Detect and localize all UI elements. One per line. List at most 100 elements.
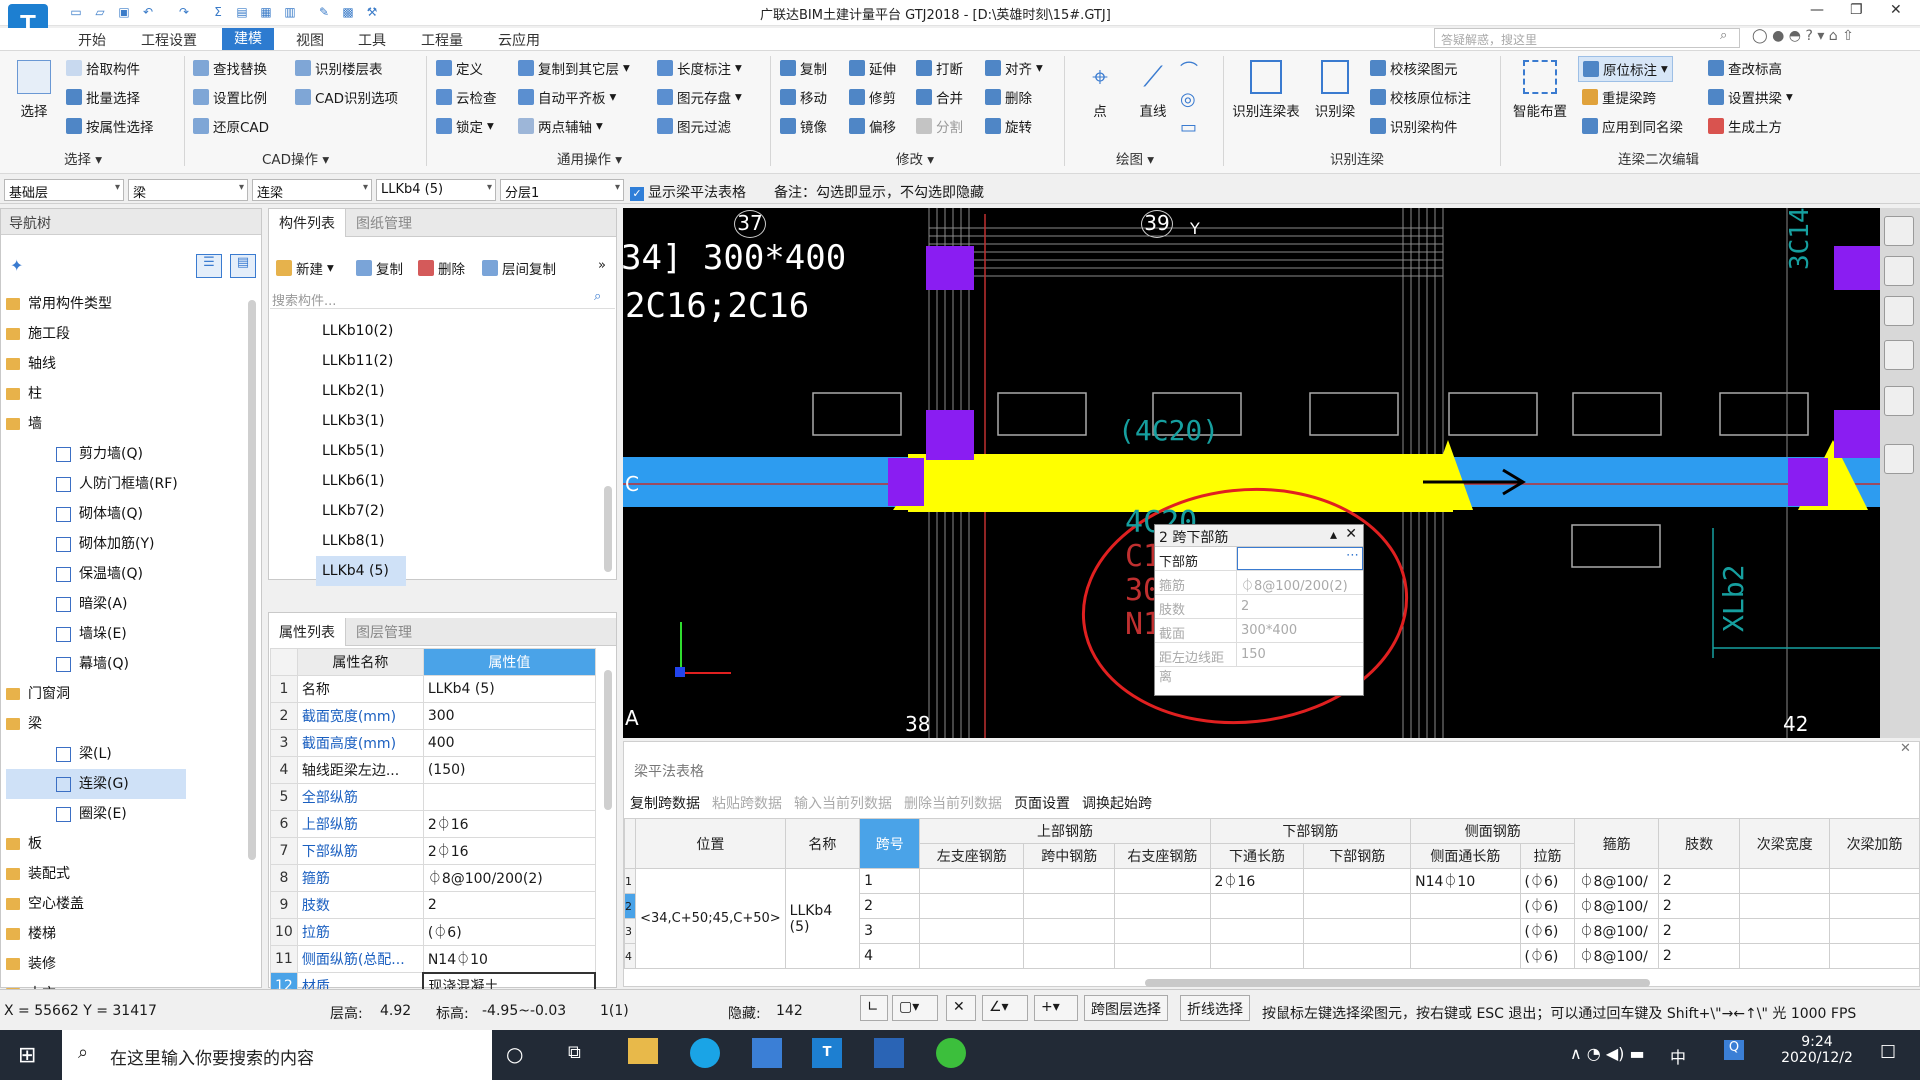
wechat-icon[interactable]: [936, 1038, 966, 1068]
property-value[interactable]: [422, 783, 596, 811]
cell-legs[interactable]: 2: [1657, 868, 1741, 894]
pen-icon[interactable]: ✎: [316, 4, 332, 20]
component-list-item[interactable]: LLKb8(1): [316, 526, 516, 556]
polyline-select-button[interactable]: 折线选择: [1180, 995, 1250, 1021]
delete-component-button[interactable]: 删除: [418, 258, 465, 278]
beam-table-tool[interactable]: 输入当前列数据: [794, 796, 892, 812]
set-scale-button[interactable]: 设置比例: [193, 87, 267, 107]
line-tool[interactable]: ⟋ 直线: [1128, 60, 1178, 120]
property-value[interactable]: 2⏀16: [422, 810, 596, 838]
cell-span-number[interactable]: 2: [859, 893, 921, 919]
cell-side-continuous[interactable]: [1410, 918, 1521, 944]
floor-select[interactable]: 基础层: [4, 179, 124, 201]
cell-right-support[interactable]: [1114, 868, 1211, 894]
save-icon[interactable]: ▣: [116, 4, 132, 20]
subtype-select[interactable]: 连梁: [252, 179, 372, 201]
component-list-item[interactable]: LLKb3(1): [316, 406, 516, 436]
component-search-icon[interactable]: ⌕: [594, 289, 601, 304]
edge-icon[interactable]: [690, 1038, 720, 1068]
layout-icon[interactable]: ▩: [340, 4, 356, 20]
beam-table-row[interactable]: 1 <34,C+50;45,C+50> LLKb4 (5) 1 2⏀16 N14⏀10 (⏀…: [624, 868, 1920, 969]
popup-row-value[interactable]: ⏀8@100/200(2): [1237, 571, 1363, 594]
cell-bottom-continuous[interactable]: [1209, 918, 1305, 944]
cell-secondary-width[interactable]: [1739, 918, 1831, 944]
save-element-button[interactable]: 图元存盘 ▾: [657, 87, 742, 107]
check-beam-button[interactable]: 校核梁图元: [1370, 58, 1458, 78]
box-view-icon[interactable]: [1884, 340, 1914, 370]
nav-item[interactable]: 常用构件类型: [6, 289, 246, 319]
property-row[interactable]: 4 轴线距梁左边... (150): [270, 756, 596, 784]
nav-item[interactable]: 门窗洞: [6, 679, 246, 709]
menu-tools[interactable]: 工具: [358, 30, 386, 50]
notification-icon[interactable]: ☐: [1880, 1042, 1896, 1063]
length-dimension-button[interactable]: 长度标注 ▾: [657, 58, 742, 78]
popup-row-value[interactable]: 150: [1237, 643, 1363, 666]
move-button[interactable]: 移动: [780, 87, 827, 107]
popup-close-icon[interactable]: ✕: [1345, 526, 1357, 542]
nav-item[interactable]: 板: [6, 829, 246, 859]
cell-left-support[interactable]: [919, 918, 1025, 944]
in-place-annotation-button[interactable]: 原位标注 ▾: [1578, 56, 1673, 82]
cad-taskbar-icon[interactable]: [874, 1038, 904, 1068]
property-row[interactable]: 10 拉筋 (⏀6): [270, 918, 596, 946]
component-list-item[interactable]: LLKb5(1): [316, 436, 516, 466]
redo-icon[interactable]: ↷: [176, 4, 192, 20]
menu-cloud[interactable]: 云应用: [498, 30, 540, 50]
cell-bottom-continuous[interactable]: [1209, 893, 1305, 919]
copy-button[interactable]: 复制: [780, 58, 827, 78]
component-list-item[interactable]: LLKb6(1): [316, 466, 516, 496]
cell-left-support[interactable]: [919, 893, 1025, 919]
cell-mid-span[interactable]: [1023, 868, 1116, 894]
cell-bottom-bars[interactable]: [1303, 943, 1412, 969]
task-view-icon[interactable]: ⧉: [568, 1042, 581, 1063]
nav-item[interactable]: 圈梁(E): [6, 799, 246, 829]
menu-modeling[interactable]: 建模: [222, 28, 274, 50]
beam-table-tool[interactable]: 复制跨数据: [630, 796, 700, 812]
auto-align-slab-button[interactable]: 自动平齐板 ▾: [518, 87, 616, 107]
snap-icon[interactable]: ▢▾: [892, 995, 938, 1021]
cell-stirrup[interactable]: ⏀8@100/: [1574, 868, 1659, 894]
beam-table-tool[interactable]: 删除当前列数据: [904, 796, 1002, 812]
cell-bottom-continuous[interactable]: [1209, 943, 1305, 969]
beam-table-close-icon[interactable]: ✕: [1900, 741, 1911, 756]
nav-item[interactable]: 梁: [6, 709, 246, 739]
beam-table-tool[interactable]: 页面设置: [1014, 796, 1070, 812]
cell-secondary-rebar[interactable]: [1829, 868, 1920, 894]
cell-stirrup[interactable]: ⏀8@100/: [1574, 918, 1659, 944]
property-row[interactable]: 11 侧面纵筋(总配... N14⏀10: [270, 945, 596, 973]
cell-secondary-rebar[interactable]: [1829, 893, 1920, 919]
component-list-item[interactable]: LLKb4 (5): [316, 556, 406, 586]
property-value[interactable]: ⏀8@100/200(2): [422, 864, 596, 892]
clock[interactable]: 9:24 2020/12/2: [1772, 1034, 1862, 1066]
tab-component-list[interactable]: 构件列表: [269, 209, 346, 237]
cell-legs[interactable]: 2: [1657, 893, 1741, 919]
property-row[interactable]: 6 上部纵筋 2⏀16: [270, 810, 596, 838]
cell-span-number[interactable]: 3: [859, 918, 921, 944]
nav-item[interactable]: 轴线: [6, 349, 246, 379]
point-tool[interactable]: ⌖ 点: [1078, 60, 1122, 120]
cell-mid-span[interactable]: [1023, 893, 1116, 919]
sum-icon[interactable]: Σ: [210, 4, 226, 20]
nav-item[interactable]: 墙: [6, 409, 246, 439]
cross-icon[interactable]: ✕: [946, 995, 976, 1021]
popup-row-value[interactable]: 300*400: [1237, 619, 1363, 642]
tray-icons[interactable]: ∧ ◔ ◀) ▬: [1570, 1044, 1645, 1063]
nav-item[interactable]: 砌体墙(Q): [6, 499, 246, 529]
beam-position[interactable]: <34,C+50;45,C+50>: [635, 868, 786, 969]
cell-stirrup[interactable]: ⏀8@100/: [1574, 943, 1659, 969]
cell-stirrup[interactable]: ⏀8@100/: [1574, 893, 1659, 919]
component-list-item[interactable]: LLKb7(2): [316, 496, 516, 526]
cell-right-support[interactable]: [1114, 893, 1211, 919]
cell-bottom-continuous[interactable]: 2⏀16: [1209, 868, 1305, 894]
cell-side-continuous[interactable]: [1410, 893, 1521, 919]
merge-button[interactable]: 合并: [916, 87, 963, 107]
restore-button[interactable]: ❐: [1850, 2, 1863, 18]
file-explorer-icon[interactable]: [628, 1038, 658, 1064]
beam-table-tool[interactable]: 调换起始跨: [1082, 796, 1152, 812]
edit-elevation-button[interactable]: 查改标高: [1708, 58, 1782, 78]
property-row[interactable]: 8 箍筋 ⏀8@100/200(2): [270, 864, 596, 892]
component-search-input[interactable]: 搜索构件...: [270, 287, 615, 309]
new-component-button[interactable]: 新建 ▾: [276, 258, 334, 278]
smart-layout-button[interactable]: 智能布置: [1508, 60, 1572, 120]
nav-item[interactable]: 楼梯: [6, 919, 246, 949]
